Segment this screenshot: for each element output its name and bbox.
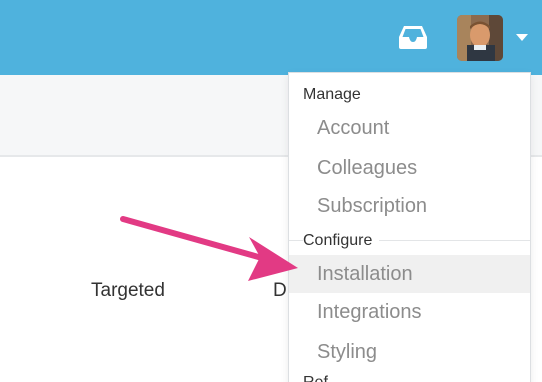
menu-item-colleagues[interactable]: Colleagues bbox=[289, 149, 530, 187]
caret-down-icon bbox=[516, 34, 528, 41]
column-header-targeted: Targeted bbox=[91, 280, 165, 301]
menu-item-subscription[interactable]: Subscription bbox=[289, 187, 530, 225]
user-avatar[interactable] bbox=[457, 15, 503, 61]
top-nav-bar bbox=[0, 0, 542, 75]
menu-section-manage: Manage bbox=[303, 86, 368, 104]
inbox-button[interactable] bbox=[396, 20, 430, 54]
menu-item-account[interactable]: Account bbox=[289, 109, 530, 147]
inbox-tray-icon bbox=[399, 26, 427, 49]
menu-section-configure: Configure bbox=[303, 232, 380, 250]
menu-section-ref: Ref bbox=[303, 374, 335, 382]
page: Targeted D Manage Account Colleagues Sub… bbox=[0, 0, 542, 382]
account-menu-toggle[interactable] bbox=[512, 30, 532, 46]
column-header-d: D bbox=[273, 280, 287, 301]
menu-item-integrations[interactable]: Integrations bbox=[289, 293, 530, 331]
account-dropdown-menu: Manage Account Colleagues Subscription C… bbox=[288, 72, 531, 382]
menu-item-installation[interactable]: Installation bbox=[289, 255, 530, 293]
menu-item-styling[interactable]: Styling bbox=[289, 333, 530, 371]
